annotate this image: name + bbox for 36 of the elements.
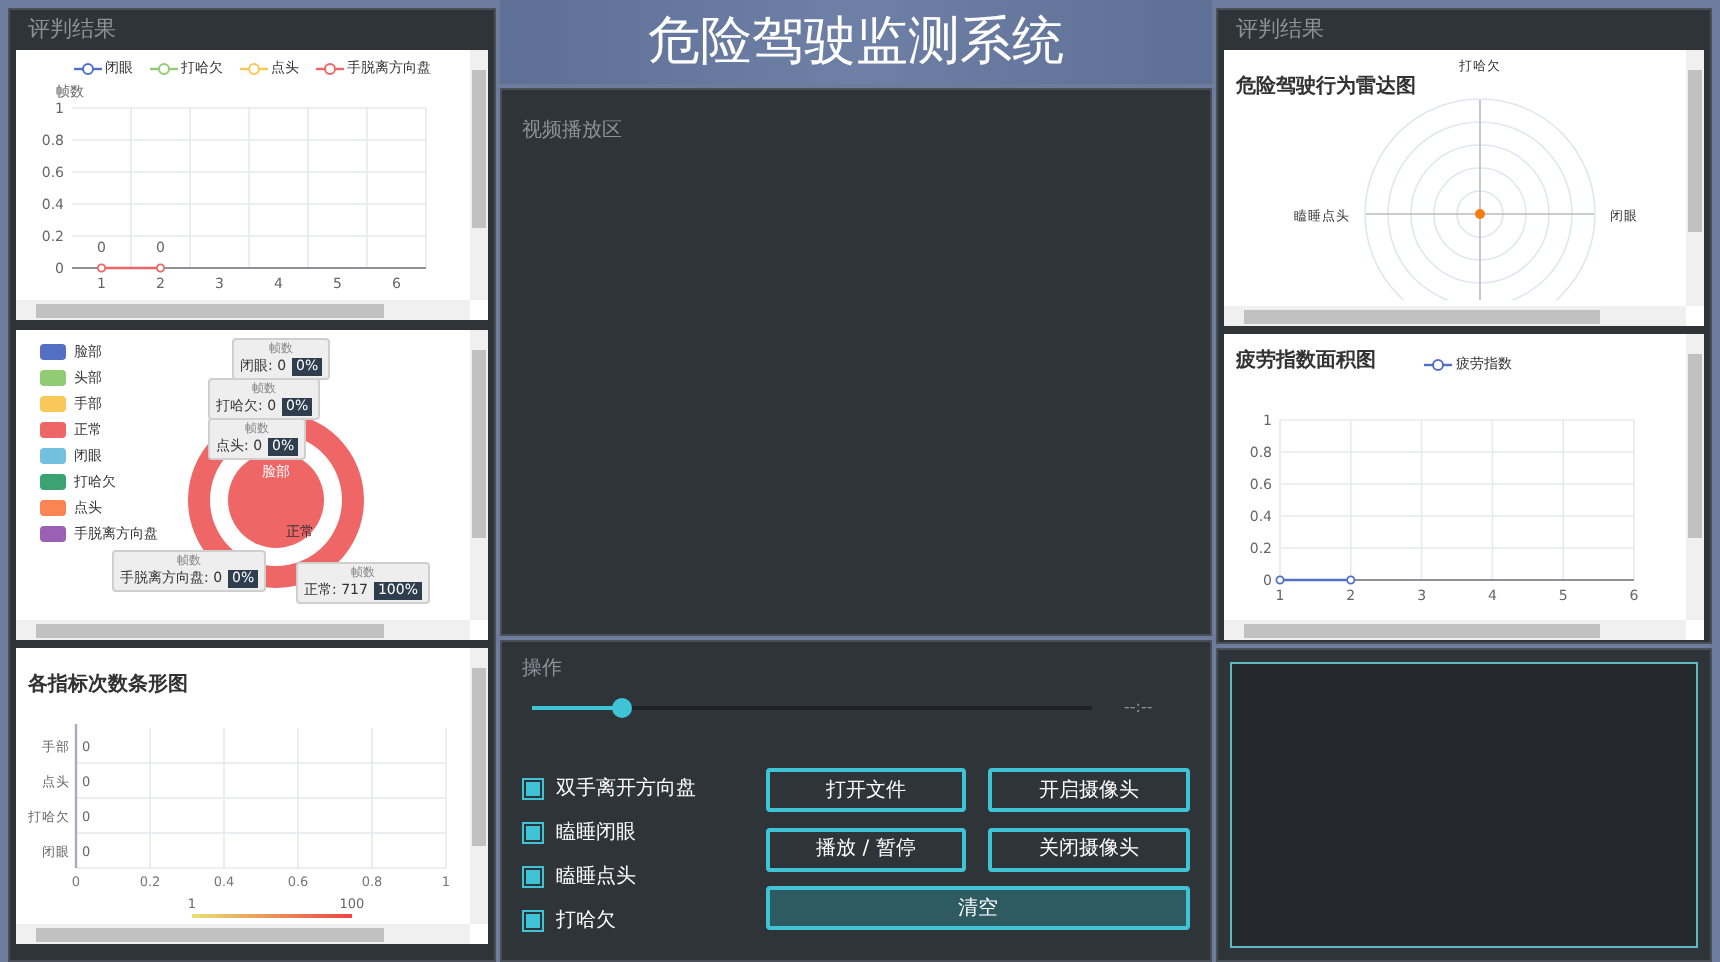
chart-title: 各指标次数条形图 — [28, 674, 188, 696]
panel-title: 评判结果 — [1236, 13, 1324, 46]
checkbox[interactable] — [522, 822, 544, 844]
panel-title: 评判结果 — [28, 13, 116, 46]
scrollbar[interactable] — [16, 620, 470, 640]
area-label: 视频播放区 — [522, 120, 622, 142]
scrollbar[interactable] — [16, 300, 470, 320]
chart-title: 疲劳指数面积图 — [1236, 347, 1376, 376]
panel-title: 操作 — [522, 656, 564, 684]
checkbox[interactable] — [522, 866, 544, 888]
time-label: --:-- — [1124, 696, 1153, 720]
scrollbar[interactable] — [470, 648, 488, 924]
action-button[interactable]: 打开文件 — [765, 768, 967, 812]
scrollbar[interactable] — [16, 924, 470, 944]
checkbox-label[interactable]: 双手离开方向盘 — [556, 774, 696, 804]
scrollbar[interactable] — [1224, 306, 1686, 326]
action-button[interactable]: 关闭摄像头 — [988, 827, 1190, 872]
checkbox[interactable] — [522, 778, 544, 800]
checkbox[interactable] — [522, 910, 544, 932]
checkbox-label[interactable]: 瞌睡点头 — [556, 862, 636, 892]
data-line — [97, 262, 165, 272]
scrollbar[interactable] — [1224, 620, 1686, 640]
checkbox-label[interactable]: 瞌睡闭眼 — [556, 818, 636, 848]
data-line — [1275, 575, 1356, 585]
action-button[interactable]: 清空 — [765, 886, 1190, 931]
action-button[interactable]: 播放 / 暂停 — [765, 827, 967, 872]
app-title: 危险驾驶监测系统 — [648, 9, 1064, 75]
data-point — [1475, 209, 1485, 219]
action-button[interactable]: 开启摄像头 — [988, 768, 1190, 812]
chart-title: 危险驾驶行为雷达图 — [1236, 76, 1416, 98]
scrollbar[interactable] — [1686, 334, 1704, 620]
checkbox-label[interactable]: 打哈欠 — [556, 906, 616, 936]
scrollbar[interactable] — [470, 50, 488, 300]
scrollbar[interactable] — [470, 330, 488, 620]
progress-slider[interactable] — [532, 698, 1092, 718]
scrollbar[interactable] — [1686, 50, 1704, 306]
